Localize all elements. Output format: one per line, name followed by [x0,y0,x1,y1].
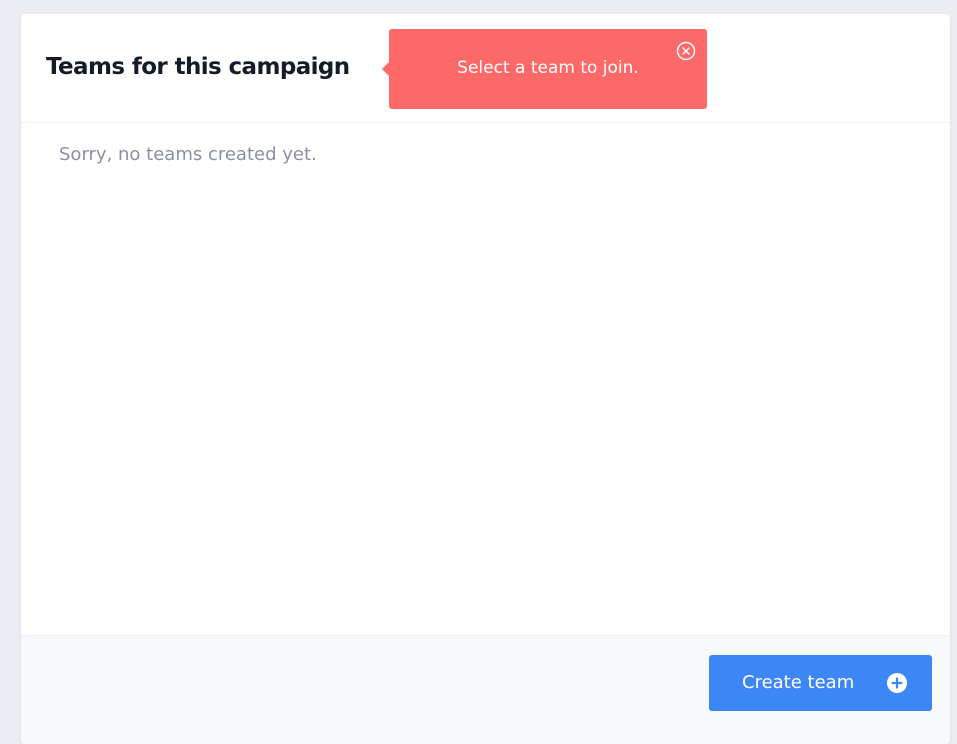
tooltip-arrow [382,62,389,76]
create-team-button[interactable]: Create team [709,655,932,711]
empty-state-message: Sorry, no teams created yet. [59,144,317,165]
plus-circle-icon [887,673,907,693]
teams-panel: Teams for this campaign Select a team to… [21,14,950,744]
panel-title: Teams for this campaign [46,54,350,80]
panel-header: Teams for this campaign Select a team to… [21,14,950,123]
close-icon[interactable] [676,41,696,61]
select-team-tooltip: Select a team to join. [382,29,707,109]
create-team-button-label: Create team [742,672,855,693]
tooltip-message: Select a team to join. [457,58,639,78]
panel-footer: Create team [21,635,950,744]
panel-body: Sorry, no teams created yet. [21,123,950,635]
